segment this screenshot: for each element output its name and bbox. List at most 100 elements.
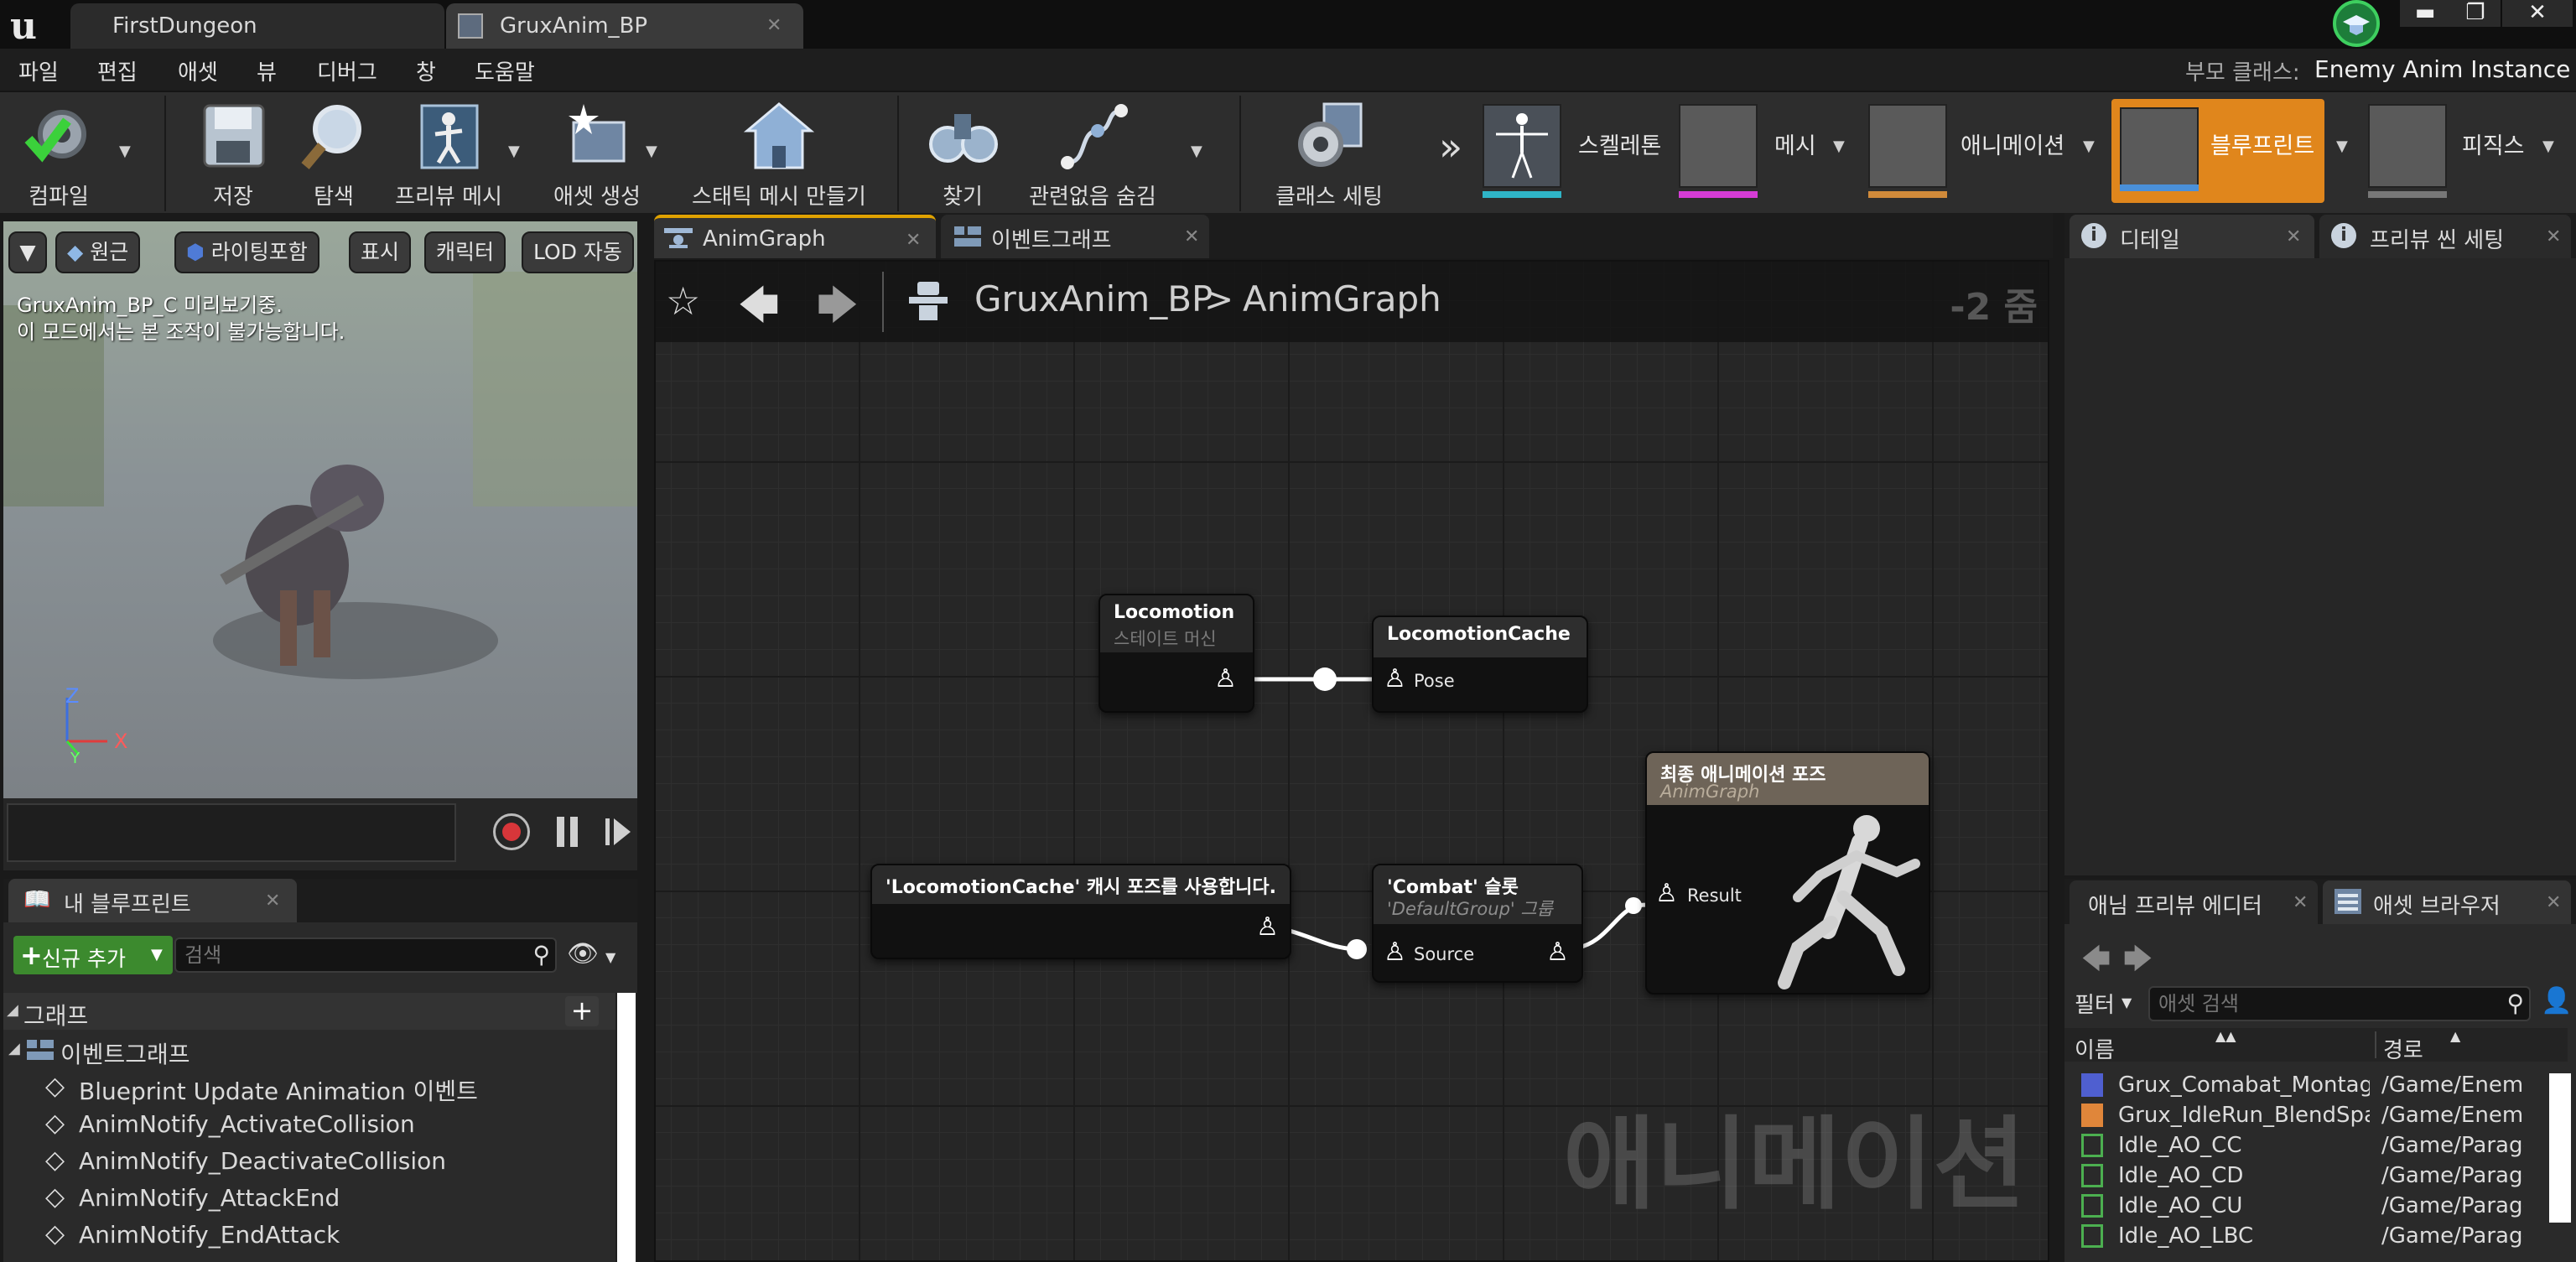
my-blueprint-tab[interactable]: 📖 내 블루프린트 ✕ bbox=[8, 879, 297, 922]
restore-button[interactable]: ❐ bbox=[2450, 0, 2501, 27]
node-use-cached-pose[interactable]: 'LocomotionCache' 캐시 포즈를 사용합니다. ♙ bbox=[870, 864, 1291, 959]
mode-skeleton-button[interactable]: 스켈레톤 bbox=[1483, 104, 1667, 198]
history-forward-arrow-icon[interactable]: 🡆 bbox=[2123, 939, 2153, 987]
learn-cap-icon[interactable] bbox=[2333, 0, 2380, 47]
node-combat-slot[interactable]: 'Combat' 슬롯 'DefaultGroup' 그룹 ♙ Source ♙ bbox=[1372, 864, 1583, 983]
browse-button[interactable]: 탐색 bbox=[292, 97, 376, 211]
source-pin-icon[interactable]: ♙ bbox=[1384, 937, 1406, 967]
tab-anim-preview-editor[interactable]: 애님 프리뷰 에디터 ✕ bbox=[2070, 880, 2318, 924]
menu-debug[interactable]: 디버그 bbox=[317, 55, 377, 86]
my-blueprint-search[interactable]: ⚲ bbox=[174, 937, 557, 973]
viewport-character-button[interactable]: 캐릭터 bbox=[424, 231, 506, 273]
history-back-arrow-icon[interactable]: 🡄 bbox=[2081, 939, 2111, 987]
close-tab-icon[interactable]: ✕ bbox=[906, 230, 921, 251]
menu-file[interactable]: 파일 bbox=[18, 55, 59, 86]
tab-asset-browser[interactable]: 애셋 브라우저 ✕ bbox=[2323, 880, 2571, 924]
add-graph-button[interactable]: + bbox=[565, 996, 599, 1026]
pose-pin-icon[interactable]: ♙ bbox=[1384, 664, 1406, 693]
add-new-button[interactable]: + 신규 추가 ▼ bbox=[13, 936, 173, 974]
event-row-attack-end[interactable]: ◇ AnimNotify_AttackEnd bbox=[3, 1179, 615, 1216]
close-tab-icon[interactable]: ✕ bbox=[2293, 892, 2308, 913]
event-row-deactivate-collision[interactable]: ◇ AnimNotify_DeactivateCollision bbox=[3, 1142, 615, 1179]
close-window-button[interactable]: ✕ bbox=[2502, 0, 2573, 27]
pose-pin-icon[interactable]: ♙ bbox=[1256, 912, 1279, 942]
my-blueprint-scrollbar-thumb[interactable] bbox=[617, 993, 636, 1262]
viewport-show-button[interactable]: 표시 bbox=[349, 231, 412, 273]
close-tab-icon[interactable]: ✕ bbox=[1184, 226, 1199, 247]
event-row-end-attack[interactable]: ◇ AnimNotify_EndAttack bbox=[3, 1216, 615, 1253]
find-button[interactable]: 찾기 bbox=[921, 97, 1005, 211]
node-final-animation-pose[interactable]: 최종 애니메이션 포즈 AnimGraph ♙ Result bbox=[1645, 751, 1930, 995]
graphs-category-row[interactable]: ◢ 그래프 + bbox=[3, 993, 615, 1030]
preview-mesh-button[interactable]: 프리뷰 메시 bbox=[387, 97, 510, 211]
step-forward-button[interactable] bbox=[604, 815, 632, 849]
save-button[interactable]: 저장 bbox=[191, 97, 275, 211]
document-tab-firstdungeon[interactable]: FirstDungeon bbox=[70, 3, 444, 49]
pause-button[interactable] bbox=[555, 815, 580, 849]
tab-animgraph[interactable]: AnimGraph ✕ bbox=[654, 215, 936, 258]
event-row-blueprint-update-animation[interactable]: ◇ Blueprint Update Animation 이벤트 bbox=[3, 1068, 615, 1105]
preview-viewport[interactable]: ▼ ◆ 원근 ⬢ 라이팅포함 표시 캐릭터 LOD 자동 GruxAnim_BP… bbox=[3, 221, 637, 798]
menu-help[interactable]: 도움말 bbox=[475, 55, 535, 86]
tab-details[interactable]: i 디테일 ✕ bbox=[2070, 215, 2314, 258]
close-tab-icon[interactable]: ✕ bbox=[2546, 892, 2561, 913]
compile-options-chevron-down-icon[interactable]: ▼ bbox=[119, 143, 131, 160]
double-chevron-right-icon[interactable]: » bbox=[1439, 124, 1462, 169]
close-tab-icon[interactable]: ✕ bbox=[265, 891, 280, 911]
viewport-options-chevron-down-icon[interactable]: ▼ bbox=[8, 231, 47, 273]
make-asset-button[interactable]: 애셋 생성 bbox=[543, 97, 651, 211]
mode-animation-button[interactable]: 애니메이션 bbox=[1868, 104, 2086, 198]
node-locomotion-cache[interactable]: LocomotionCache ♙ Pose bbox=[1372, 615, 1588, 713]
filter-chevron-down-icon[interactable]: ▼ bbox=[2122, 995, 2132, 1010]
mesh-chevron-down-icon[interactable]: ▼ bbox=[1833, 138, 1845, 155]
asset-row[interactable]: Idle_AO_CD /Game/Parago bbox=[2064, 1161, 2563, 1191]
column-name-header[interactable]: 이름 bbox=[2075, 1033, 2115, 1064]
close-tab-icon[interactable]: ✕ bbox=[2546, 226, 2561, 247]
mode-blueprint-button[interactable]: 블루프린트 bbox=[2111, 99, 2324, 203]
filter-button[interactable]: 필터 bbox=[2075, 988, 2115, 1019]
asset-row[interactable]: Idle_AO_CC /Game/Parago bbox=[2064, 1130, 2563, 1161]
asset-search-input[interactable] bbox=[2150, 988, 2529, 1020]
my-blueprint-scrollbar-track[interactable] bbox=[615, 993, 637, 1262]
visibility-chevron-down-icon[interactable]: ▼ bbox=[605, 949, 615, 965]
minimize-button[interactable]: ▬ bbox=[2400, 0, 2450, 27]
tab-event-graph[interactable]: 이벤트그래프 ✕ bbox=[941, 215, 1209, 258]
viewport-lod-button[interactable]: LOD 자동 bbox=[522, 231, 634, 273]
animation-chevron-down-icon[interactable]: ▼ bbox=[2083, 138, 2095, 155]
column-path-header[interactable]: 경로 bbox=[2383, 1033, 2423, 1064]
make-asset-chevron-down-icon[interactable]: ▼ bbox=[646, 143, 657, 160]
menu-edit[interactable]: 편집 bbox=[97, 55, 138, 86]
asset-search[interactable]: ⚲ bbox=[2148, 986, 2531, 1021]
asset-row[interactable]: Idle_AO_CU /Game/Parago bbox=[2064, 1191, 2563, 1221]
viewport-timeline-area[interactable] bbox=[7, 803, 456, 862]
make-static-mesh-button[interactable]: 스태틱 메시 만들기 bbox=[683, 97, 875, 211]
menu-view[interactable]: 뷰 bbox=[257, 55, 277, 86]
hide-unrelated-chevron-down-icon[interactable]: ▼ bbox=[1191, 143, 1202, 160]
visibility-eye-icon[interactable]: 👁 bbox=[567, 939, 599, 969]
parent-class-value[interactable]: Enemy Anim Instance bbox=[2314, 55, 2570, 83]
document-tab-gruxanim-bp[interactable]: GruxAnim_BP ✕ bbox=[446, 3, 803, 49]
viewport-perspective-button[interactable]: ◆ 원근 bbox=[55, 231, 141, 273]
class-settings-button[interactable]: 클래스 세팅 bbox=[1266, 97, 1392, 211]
asset-row[interactable]: Grux_IdleRun_BlendSpac /Game/Enemi bbox=[2064, 1100, 2563, 1130]
event-row-activate-collision[interactable]: ◇ AnimNotify_ActivateCollision bbox=[3, 1105, 615, 1142]
menu-window[interactable]: 창 bbox=[416, 55, 436, 86]
output-pose-pin-icon[interactable]: ♙ bbox=[1546, 937, 1569, 967]
user-icon[interactable]: 👤 bbox=[2541, 986, 2572, 1015]
compile-button[interactable]: 컴파일 bbox=[8, 97, 109, 211]
my-blueprint-search-input[interactable] bbox=[176, 939, 555, 971]
pose-pin-icon[interactable]: ♙ bbox=[1214, 664, 1237, 693]
asset-row[interactable]: Idle_AO_LBC /Game/Parago bbox=[2064, 1221, 2563, 1251]
event-graph-row[interactable]: ◢ 이벤트그래프 bbox=[3, 1031, 615, 1068]
unreal-logo-icon[interactable]: u bbox=[7, 3, 49, 45]
close-tab-icon[interactable]: ✕ bbox=[766, 15, 782, 36]
mode-mesh-button[interactable]: 메시 bbox=[1679, 104, 1846, 198]
close-tab-icon[interactable]: ✕ bbox=[2286, 226, 2301, 247]
mode-physics-button[interactable]: 피직스 bbox=[2368, 104, 2536, 198]
asset-row[interactable]: Grux_Comabat_Montage /Game/Enemi bbox=[2064, 1070, 2563, 1100]
blueprint-chevron-down-icon[interactable]: ▼ bbox=[2336, 138, 2348, 155]
physics-chevron-down-icon[interactable]: ▼ bbox=[2542, 138, 2554, 155]
viewport-lit-button[interactable]: ⬢ 라이팅포함 bbox=[174, 231, 319, 273]
result-pin-icon[interactable]: ♙ bbox=[1655, 879, 1678, 908]
hide-unrelated-button[interactable]: 관련없음 숨김 bbox=[1023, 97, 1162, 211]
